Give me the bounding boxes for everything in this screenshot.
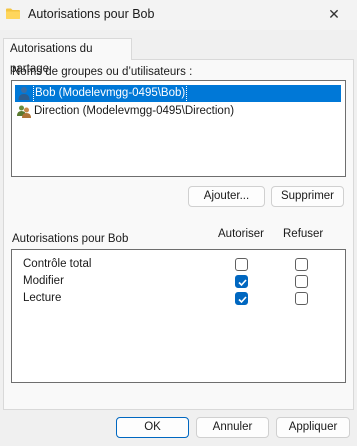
allow-modify-checkbox[interactable] (235, 275, 248, 288)
permission-name: Modifier (23, 275, 64, 287)
tab-share-permissions[interactable]: Autorisations du partage (3, 38, 132, 75)
title-bar: Autorisations pour Bob ✕ (0, 0, 357, 30)
allow-full-control-checkbox[interactable] (235, 258, 248, 271)
permissions-label: Autorisations pour Bob (12, 233, 129, 245)
add-button[interactable]: Ajouter... (188, 186, 265, 207)
deny-read-checkbox[interactable] (295, 292, 308, 305)
cancel-button[interactable]: Annuler (196, 417, 269, 438)
permission-name: Contrôle total (23, 258, 92, 270)
close-button[interactable]: ✕ (318, 4, 350, 24)
deny-column-header: Refuser (283, 228, 324, 240)
group-name: Direction (Modelevmgg-0495\Direction) (34, 105, 235, 117)
deny-modify-checkbox[interactable] (295, 275, 308, 288)
allow-column-header: Autoriser (218, 228, 265, 240)
apply-button[interactable]: Appliquer (276, 417, 350, 438)
permission-name: Lecture (23, 292, 62, 304)
group-icon (17, 105, 31, 118)
list-item-group-direction[interactable]: Direction (Modelevmgg-0495\Direction) (15, 103, 341, 120)
user-icon (18, 87, 30, 100)
users-list[interactable]: Bob (Modelevmgg-0495\Bob) Direction (Mod… (11, 80, 346, 177)
list-item-user-bob[interactable]: Bob (Modelevmgg-0495\Bob) (15, 84, 341, 103)
allow-read-checkbox[interactable] (235, 292, 248, 305)
permission-row-read: Lecture (23, 290, 333, 307)
permissions-list: Contrôle total Modifier Lecture (11, 249, 346, 383)
permission-row-modify: Modifier (23, 273, 333, 290)
deny-full-control-checkbox[interactable] (295, 258, 308, 271)
permission-row-full-control: Contrôle total (23, 256, 333, 273)
remove-button[interactable]: Supprimer (271, 186, 344, 207)
window-title: Autorisations pour Bob (28, 7, 155, 21)
close-icon: ✕ (328, 6, 340, 22)
user-name: Bob (Modelevmgg-0495\Bob) (32, 84, 188, 103)
folder-icon (6, 8, 20, 19)
checkmark-icon (238, 296, 247, 304)
checkmark-icon (238, 279, 247, 287)
ok-button[interactable]: OK (116, 417, 189, 438)
